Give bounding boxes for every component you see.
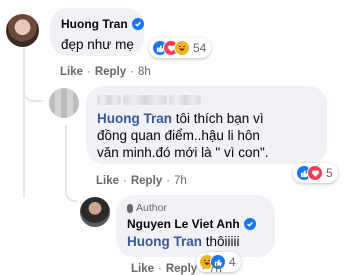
reaction-summary[interactable]: 54 — [149, 38, 212, 58]
comment-bubble: Author Nguyen Le Viet Anh Huong Tran thô… — [116, 195, 275, 257]
reaction-count: 5 — [326, 166, 333, 180]
reply-link[interactable]: Reply — [95, 66, 126, 78]
thread-line-nested — [65, 125, 67, 185]
comment-actions: Like · Reply · 7h — [131, 263, 222, 275]
reaction-count: 54 — [193, 41, 207, 55]
thread-branch — [23, 80, 43, 102]
reply-link[interactable]: Reply — [166, 263, 197, 275]
mention-link[interactable]: Huong Tran — [127, 234, 202, 249]
reaction-summary[interactable]: 5 — [293, 163, 338, 183]
comment-bubble: Huong Tran đẹp như mẹ — [50, 8, 144, 56]
comment-author[interactable]: Nguyen Le Viet Anh — [127, 217, 240, 231]
timestamp[interactable]: 8h — [138, 66, 151, 78]
comment-text: Huong Tran thôiiiii — [127, 234, 240, 249]
like-link[interactable]: Like — [60, 66, 83, 78]
verified-badge-icon — [243, 218, 256, 230]
thread-line — [23, 48, 25, 198]
mention-link[interactable]: Huong Tran — [97, 111, 172, 126]
like-link[interactable]: Like — [96, 175, 119, 187]
reaction-count: 4 — [229, 255, 236, 269]
avatar[interactable] — [80, 197, 110, 227]
microphone-icon — [127, 203, 133, 213]
comment-actions: Like · Reply · 8h — [60, 66, 151, 78]
like-link[interactable]: Like — [131, 263, 154, 275]
thread-branch-nested — [65, 180, 77, 202]
comment-actions: Like · Reply · 7h — [96, 175, 187, 187]
blurred-author-name — [97, 95, 201, 105]
timestamp[interactable]: 7h — [209, 263, 222, 275]
avatar[interactable] — [49, 88, 79, 118]
timestamp[interactable]: 7h — [174, 175, 187, 187]
verified-badge-icon — [131, 18, 144, 30]
love-icon — [307, 165, 323, 181]
comment-text: đẹp như mẹ — [61, 37, 134, 52]
comment-text: Huong Tran tôi thích bạn vì đồng quan đi… — [97, 111, 269, 160]
comment-author[interactable]: Huong Tran — [61, 17, 128, 31]
haha-icon — [174, 40, 190, 56]
comment-bubble: Huong Tran tôi thích bạn vì đồng quan đi… — [86, 86, 327, 164]
reply-link[interactable]: Reply — [131, 175, 162, 187]
avatar[interactable] — [6, 14, 39, 47]
author-badge: Author — [127, 202, 167, 214]
